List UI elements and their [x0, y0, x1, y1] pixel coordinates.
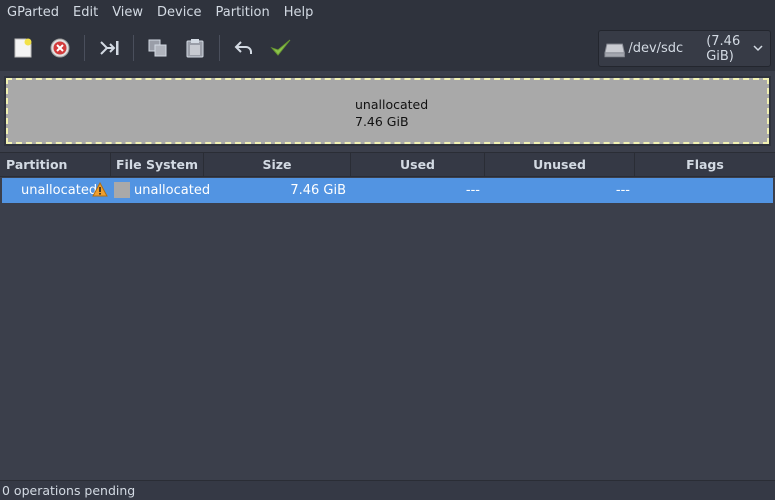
- device-name: /dev/sdc: [628, 41, 684, 56]
- copy-button[interactable]: [141, 31, 175, 65]
- toolbar-separator: [84, 35, 85, 61]
- disk-visualization: unallocated 7.46 GiB: [4, 76, 771, 146]
- unallocated-block[interactable]: unallocated 7.46 GiB: [6, 78, 769, 144]
- menubar: GParted Edit View Device Partition Help: [0, 0, 775, 25]
- header-size[interactable]: Size: [204, 153, 351, 177]
- menu-partition[interactable]: Partition: [209, 0, 277, 25]
- harddisk-icon: [604, 43, 625, 57]
- apply-button[interactable]: [264, 31, 298, 65]
- header-used[interactable]: Used: [351, 153, 485, 177]
- menu-view[interactable]: View: [105, 0, 150, 25]
- menu-edit[interactable]: Edit: [66, 0, 105, 25]
- header-file-system[interactable]: File System: [111, 153, 204, 177]
- menu-gparted[interactable]: GParted: [0, 0, 66, 25]
- gparted-window: GParted Edit View Device Partition Help: [0, 0, 775, 500]
- cell-size: 7.46 GiB: [290, 183, 346, 198]
- undo-button[interactable]: [227, 31, 261, 65]
- toolbar: /dev/sdc (7.46 GiB): [0, 25, 775, 71]
- delete-partition-button[interactable]: [43, 31, 77, 65]
- table-row[interactable]: unallocated unallocated 7.46 GiB --- ---: [2, 178, 773, 203]
- header-flags[interactable]: Flags: [635, 153, 775, 177]
- status-bar: 0 operations pending: [0, 480, 775, 500]
- cell-used: ---: [465, 183, 480, 198]
- header-unused[interactable]: Unused: [485, 153, 635, 177]
- table-header: Partition File System Size Used Unused F…: [0, 153, 775, 177]
- cell-partition: unallocated: [21, 183, 98, 198]
- disk-block-size: 7.46 GiB: [355, 114, 409, 129]
- checkmark-icon: [270, 39, 291, 56]
- copy-icon: [148, 39, 167, 57]
- new-document-icon: [14, 38, 32, 58]
- disk-block-label: unallocated 7.46 GiB: [355, 96, 428, 130]
- filesystem-color-swatch: [114, 182, 130, 198]
- resize-move-icon: [100, 41, 119, 55]
- device-selector[interactable]: /dev/sdc (7.46 GiB): [598, 30, 771, 67]
- resize-move-button[interactable]: [92, 31, 126, 65]
- toolbar-separator: [219, 35, 220, 61]
- menu-device[interactable]: Device: [150, 0, 208, 25]
- partition-table: Partition File System Size Used Unused F…: [0, 152, 775, 480]
- cell-unused: ---: [615, 183, 630, 198]
- header-partition[interactable]: Partition: [0, 153, 111, 177]
- new-partition-button[interactable]: [6, 31, 40, 65]
- menu-help[interactable]: Help: [277, 0, 321, 25]
- undo-icon: [234, 41, 252, 54]
- delete-icon: [50, 38, 70, 58]
- cell-flags: [635, 178, 771, 203]
- warning-icon: [92, 182, 108, 197]
- paste-button[interactable]: [178, 31, 212, 65]
- paste-icon: [186, 39, 204, 58]
- toolbar-separator: [133, 35, 134, 61]
- cell-filesystem: unallocated: [134, 183, 211, 198]
- chevron-down-icon: [753, 45, 763, 52]
- disk-block-name: unallocated: [355, 97, 429, 112]
